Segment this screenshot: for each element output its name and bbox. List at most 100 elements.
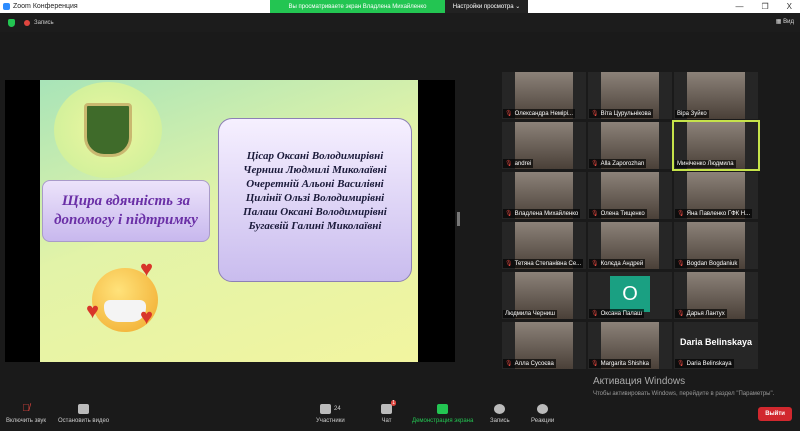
muted-mic-icon: 🎙 — [677, 211, 685, 217]
participants-button[interactable]: 24 Участники — [316, 404, 345, 424]
record-button[interactable]: Запись — [490, 404, 510, 424]
share-screen-button[interactable]: Демонстрация экрана — [412, 404, 473, 424]
participant-tile[interactable]: 🎙 Яна Павленко ГФК Н... — [674, 172, 758, 219]
windows-activation-text: Чтобы активировать Windows, перейдите в … — [593, 391, 775, 397]
view-button[interactable]: ▦ Вид — [776, 18, 794, 25]
participant-name: Яна Павленко ГФК Н... — [686, 210, 751, 217]
thanks-box: Щира вдячність за допомогу і підтримку — [42, 180, 210, 242]
muted-mic-icon: 🎙 — [591, 361, 599, 367]
participants-icon — [319, 404, 331, 414]
muted-mic-icon: 🎙̸ — [22, 403, 30, 414]
participant-name-tag: 🎙 Daria Belinskaya — [675, 359, 734, 368]
panel-splitter-handle[interactable] — [457, 212, 460, 226]
crest-icon — [84, 103, 132, 157]
participant-tile[interactable]: 🎙 Віта Цурульнікова — [588, 72, 672, 119]
participant-display-name: Daria Belinskaya — [679, 337, 753, 347]
participant-tile[interactable]: 🎙 Alla Zaporozhan — [588, 122, 672, 169]
participant-tile[interactable]: 🎙 Колєда Андрей — [588, 222, 672, 269]
participant-name: Дарья Лантух — [686, 310, 725, 317]
participant-name-tag: 🎙 andrei — [503, 159, 534, 168]
muted-mic-icon: 🎙 — [505, 261, 513, 267]
participant-tile[interactable]: O 🎙 Оксана Палаш — [588, 272, 672, 319]
close-button[interactable]: X — [787, 2, 792, 11]
share-screen-icon — [437, 404, 449, 414]
participant-name-tag: 🎙 Дарья Лантух — [675, 309, 727, 318]
participants-label: Участники — [316, 418, 345, 424]
muted-mic-icon: 🎙 — [505, 111, 513, 117]
participant-name: Оксана Палаш — [600, 310, 642, 317]
participants-count: 24 — [333, 406, 341, 412]
participant-avatar: O — [610, 276, 650, 312]
participant-tile[interactable]: 🎙 Олександра Немірі... — [502, 72, 586, 119]
participant-tile[interactable]: Віра Зуйко — [674, 72, 758, 119]
participant-name: Олександра Немірі... — [514, 110, 574, 117]
minimize-button[interactable]: — — [735, 2, 743, 11]
participant-tile[interactable]: 🎙 Олена Тищенко — [588, 172, 672, 219]
participant-name: Миніченко Людмила — [677, 161, 734, 167]
recording-indicator[interactable]: Запись — [34, 20, 54, 26]
participant-name: Владлена Михайленко — [514, 210, 579, 217]
window-title: Zoom Конференция — [13, 3, 78, 10]
chat-label: Чат — [381, 418, 392, 424]
shared-screen: Щира вдячність за допомогу і підтримку Ц… — [5, 80, 455, 362]
heart-icon: ♥ — [140, 304, 154, 329]
chat-badge: 1 — [391, 400, 396, 406]
unmute-label: Включить звук — [6, 418, 47, 424]
participant-name: Олена Тищенко — [600, 210, 645, 217]
record-label: Запись — [490, 418, 510, 424]
stop-video-button[interactable]: Остановить видео — [58, 404, 109, 424]
participant-name: Bogdan Bogdaniuk — [686, 260, 738, 267]
muted-mic-icon: 🎙 — [677, 361, 685, 367]
participant-name: Тетяна Степанівна Се... — [514, 260, 582, 267]
name-line: Черниш Людмилі Миколаївні — [243, 164, 387, 176]
muted-mic-icon: 🎙 — [591, 211, 599, 217]
participant-name-tag: 🎙 Яна Павленко ГФК Н... — [675, 209, 753, 218]
reactions-label: Реакции — [531, 418, 555, 424]
participant-name: Колєда Андрей — [600, 260, 644, 267]
shield-icon[interactable] — [8, 18, 15, 27]
reactions-button[interactable]: Реакции — [531, 404, 554, 424]
restore-button[interactable]: ❐ — [761, 2, 768, 11]
video-camera-icon — [78, 404, 90, 414]
participant-tile[interactable]: 🎙 Дарья Лантух — [674, 272, 758, 319]
participant-name-tag: 🎙 Алла Сусоєва — [503, 359, 556, 368]
participant-name-tag: 🎙 Оксана Палаш — [589, 309, 644, 318]
participant-name-tag: Людмила Черниш — [503, 310, 557, 318]
participant-tile[interactable]: 🎙 Margarita Shishka — [588, 322, 672, 369]
participant-name-tag: Миніченко Людмила — [675, 160, 736, 168]
participant-tile[interactable]: 🎙 andrei — [502, 122, 586, 169]
name-line: Очеретній Альоні Василівні — [246, 178, 384, 190]
view-options-button[interactable]: Настройки просмотра ⌄ — [445, 0, 528, 13]
slide: Щира вдячність за допомогу і підтримку Ц… — [40, 80, 418, 362]
participant-tile[interactable]: Daria Belinskaya 🎙 Daria Belinskaya — [674, 322, 758, 369]
chat-icon: 1 — [381, 400, 396, 414]
institution-seal-logo — [54, 82, 162, 178]
unmute-button[interactable]: 🎙̸ Включить звук — [6, 403, 47, 425]
heart-icon: ♥ — [86, 298, 100, 323]
meeting-toolbar: 🎙̸ Включить звук Остановить видео 24 Участ… — [0, 400, 800, 431]
participant-tile[interactable]: 🎙 Алла Сусоєва — [502, 322, 586, 369]
windows-activation-title: Активация Windows — [593, 376, 686, 387]
names-box: Цісар Оксані Володимирівні Черниш Людмил… — [218, 118, 412, 282]
muted-mic-icon: 🎙 — [591, 111, 599, 117]
leave-button[interactable]: Выйти — [758, 407, 792, 421]
participant-tile[interactable]: Миніченко Людмила — [672, 120, 760, 171]
chat-button[interactable]: 1 Чат — [381, 400, 396, 424]
participant-tile[interactable]: 🎙 Владлена Михайленко — [502, 172, 586, 219]
reactions-icon — [537, 404, 549, 414]
participant-name-tag: 🎙 Margarita Shishka — [589, 359, 651, 368]
participant-name: Margarita Shishka — [600, 360, 649, 367]
participant-name-tag: 🎙 Alla Zaporozhan — [589, 159, 647, 168]
meeting-topbar: Запись — [0, 13, 800, 32]
participant-tile[interactable]: Людмила Черниш — [502, 272, 586, 319]
screen-share-banner: Вы просматриваете экран Владлена Михайле… — [270, 0, 445, 13]
participant-name: andrei — [514, 160, 532, 167]
participant-name-tag: 🎙 Тетяна Степанівна Се... — [503, 259, 584, 268]
muted-mic-icon: 🎙 — [591, 311, 599, 317]
muted-mic-icon: 🎙 — [677, 311, 685, 317]
name-line: Бугаєвій Галині Миколаївні — [248, 220, 382, 232]
participant-tile[interactable]: 🎙 Тетяна Степанівна Се... — [502, 222, 586, 269]
participant-name-tag: Віра Зуйко — [675, 110, 709, 118]
participant-name: Alla Zaporozhan — [600, 160, 645, 167]
participant-tile[interactable]: 🎙 Bogdan Bogdaniuk — [674, 222, 758, 269]
